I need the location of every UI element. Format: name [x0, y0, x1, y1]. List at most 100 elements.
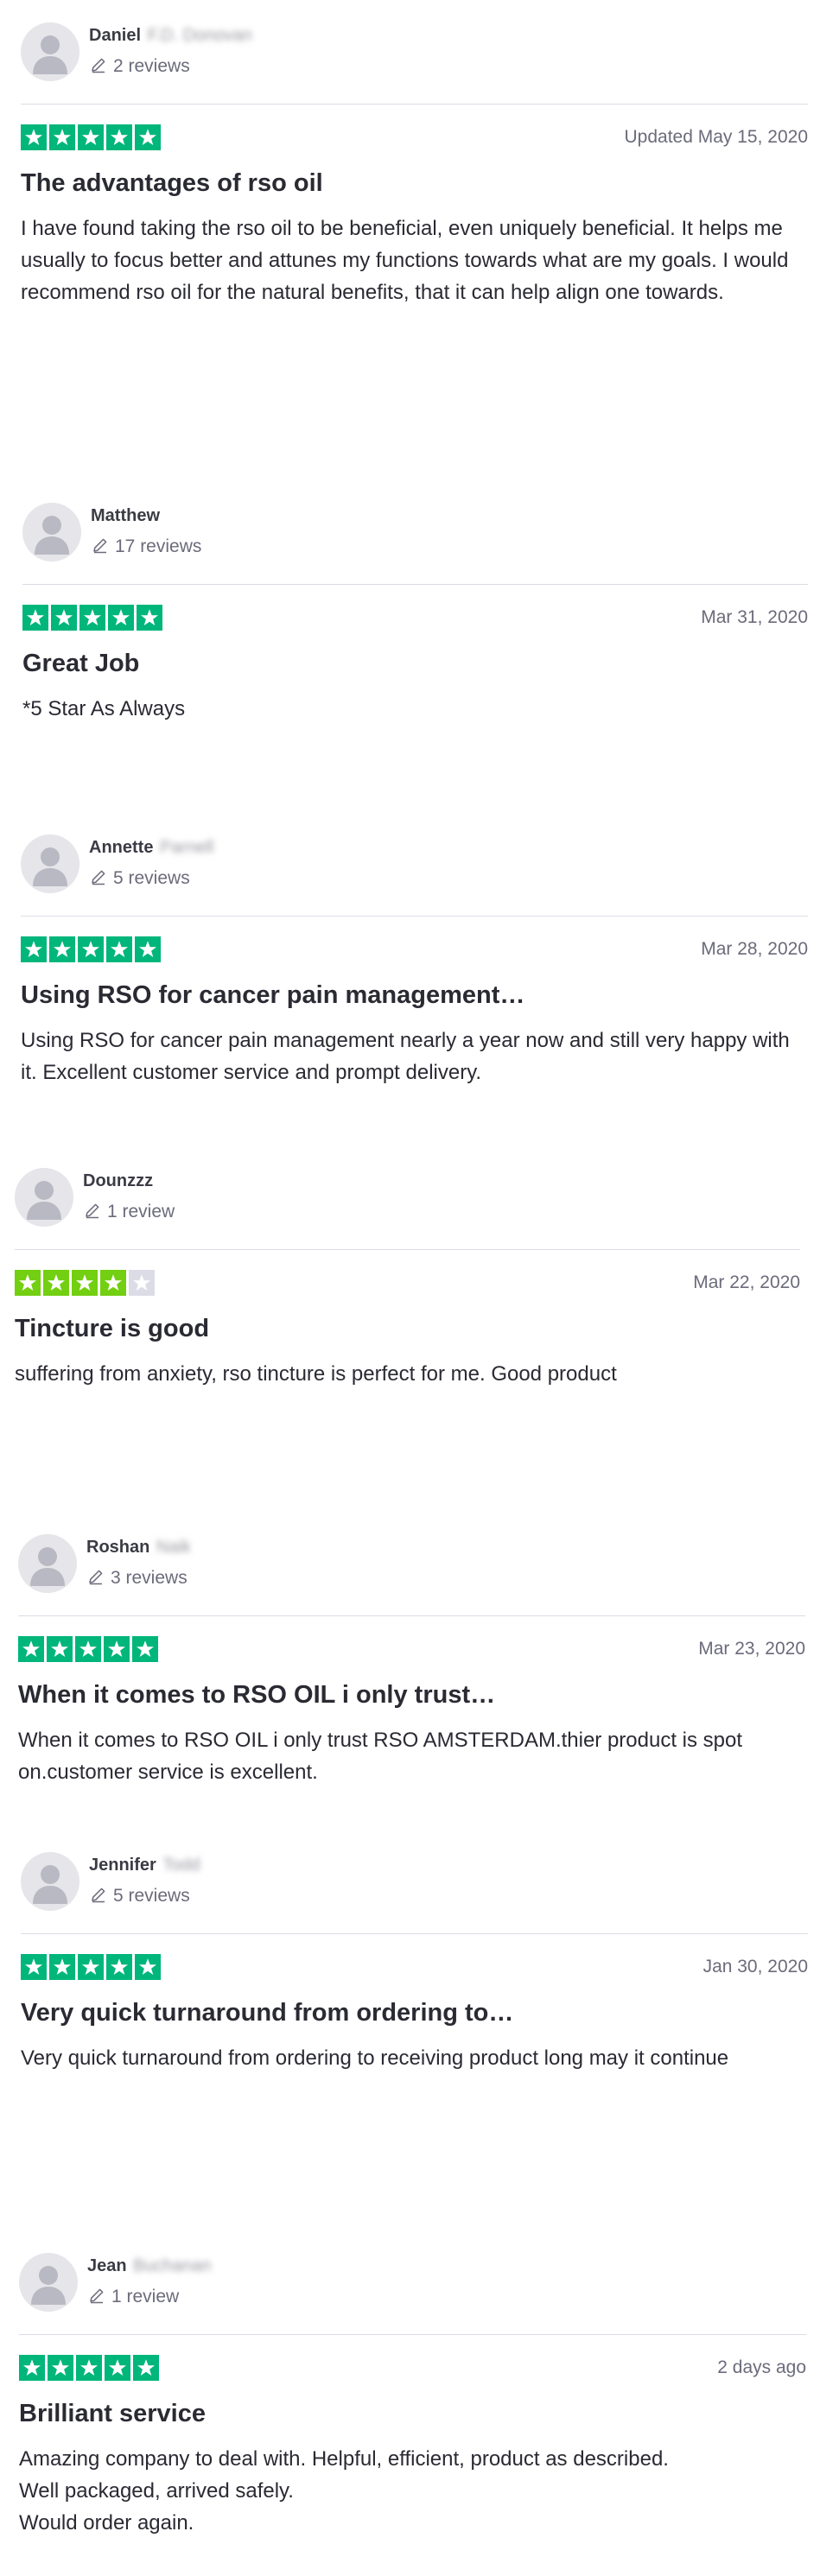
star-icon	[21, 1954, 47, 1980]
star-icon	[18, 1636, 44, 1662]
review-body-line: When it comes to RSO OIL i only trust RS…	[18, 1729, 743, 1784]
review-body-line: Would order again.	[19, 2511, 194, 2535]
review-title[interactable]: Brilliant service	[19, 2400, 206, 2428]
pencil-icon	[86, 1567, 105, 1586]
star-icon	[105, 2355, 130, 2381]
reviewer-surname-blurred: Parnell	[160, 838, 214, 857]
reviewer-first-name[interactable]: Jennifer	[89, 1856, 156, 1875]
avatar[interactable]	[18, 1534, 77, 1593]
divider	[21, 1933, 808, 1934]
avatar[interactable]	[21, 22, 79, 81]
star-icon	[106, 936, 132, 962]
star-rating	[21, 124, 161, 150]
divider	[19, 2334, 806, 2335]
reviewer-name[interactable]: Jean Buchanan	[87, 2256, 211, 2276]
star-icon	[49, 936, 75, 962]
star-icon	[76, 2355, 102, 2381]
divider	[21, 104, 808, 105]
review-count-text: 1 review	[107, 1202, 175, 1221]
review-date: Mar 31, 2020	[701, 607, 808, 627]
reviewer-header: Matthew 17 reviews	[22, 503, 808, 565]
divider	[15, 1249, 800, 1250]
review-count-text: 1 review	[111, 2287, 180, 2306]
star-icon	[21, 124, 47, 150]
reviewer-first-name[interactable]: Annette	[89, 838, 153, 857]
review-body: When it comes to RSO OIL i only trust RS…	[18, 1724, 805, 1788]
review-date: Updated May 15, 2020	[624, 127, 808, 147]
star-icon	[133, 2355, 159, 2381]
reviewer-name[interactable]: Roshan Naik	[86, 1538, 191, 1558]
reviewer-name[interactable]: Annette Parnell	[89, 838, 213, 858]
review-title[interactable]: Using RSO for cancer pain management…	[21, 981, 524, 1010]
star-icon	[15, 1270, 41, 1296]
star-icon	[78, 936, 104, 962]
review-body-line: Amazing company to deal with. Helpful, e…	[19, 2447, 669, 2471]
review-body: Amazing company to deal with. Helpful, e…	[19, 2443, 806, 2539]
reviewer-name[interactable]: Jennifer Todd	[89, 1856, 200, 1875]
avatar[interactable]	[21, 834, 79, 893]
reviewer-header: Daniel F.D. Donovan 2 reviews	[21, 22, 808, 85]
reviewer-first-name[interactable]: Dounzzz	[83, 1171, 153, 1190]
star-icon	[132, 1636, 158, 1662]
reviewer-surname-blurred: Todd	[162, 1856, 200, 1875]
star-icon	[100, 1270, 126, 1296]
reviewer-surname-blurred: Naik	[156, 1538, 191, 1557]
star-icon	[106, 124, 132, 150]
star-icon	[49, 124, 75, 150]
review-title[interactable]: When it comes to RSO OIL i only trust…	[18, 1681, 495, 1710]
reviewer-surname-blurred: F.D. Donovan	[147, 26, 252, 45]
review-count: 1 review	[87, 2286, 179, 2307]
pencil-icon	[89, 55, 108, 74]
reviewer-name[interactable]: Matthew	[91, 506, 160, 526]
reviewer-first-name[interactable]: Jean	[87, 2256, 127, 2275]
review-count: 5 reviews	[89, 867, 190, 889]
avatar[interactable]	[15, 1168, 73, 1227]
avatar[interactable]	[21, 1852, 79, 1911]
star-icon	[22, 605, 48, 631]
review-count: 5 reviews	[89, 1885, 190, 1907]
star-icon	[47, 1636, 73, 1662]
avatar[interactable]	[19, 2253, 78, 2312]
avatar[interactable]	[22, 503, 81, 562]
star-icon	[135, 936, 161, 962]
reviewer-name[interactable]: Dounzzz	[83, 1171, 153, 1191]
star-icon	[106, 1954, 132, 1980]
review-date: Mar 22, 2020	[693, 1272, 800, 1292]
star-icon	[19, 2355, 45, 2381]
star-icon	[129, 1270, 155, 1296]
reviewer-first-name[interactable]: Roshan	[86, 1538, 149, 1557]
review-title[interactable]: Great Job	[22, 650, 139, 678]
star-icon	[78, 124, 104, 150]
star-rating	[22, 605, 162, 631]
review-title[interactable]: Tincture is good	[15, 1315, 209, 1343]
review-body-line: suffering from anxiety, rso tincture is …	[15, 1362, 617, 1386]
star-icon	[137, 605, 162, 631]
reviewer-header: Annette Parnell 5 reviews	[21, 834, 808, 897]
review-body: suffering from anxiety, rso tincture is …	[15, 1358, 800, 1390]
star-icon	[49, 1954, 75, 1980]
reviewer-name[interactable]: Daniel F.D. Donovan	[89, 26, 252, 46]
review-count-text: 2 reviews	[113, 56, 190, 76]
star-rating	[21, 1954, 161, 1980]
star-rating	[21, 936, 161, 962]
reviewer-first-name[interactable]: Daniel	[89, 26, 141, 45]
star-rating	[18, 1636, 158, 1662]
review-body: Very quick turnaround from ordering to r…	[21, 2042, 808, 2074]
star-icon	[51, 605, 77, 631]
pencil-icon	[89, 1885, 108, 1904]
review-body-line: Using RSO for cancer pain management nea…	[21, 1029, 790, 1084]
star-icon	[48, 2355, 73, 2381]
review-count-text: 5 reviews	[113, 868, 190, 888]
star-icon	[104, 1636, 130, 1662]
review-count: 2 reviews	[89, 55, 190, 77]
review-body: *5 Star As Always	[22, 693, 796, 725]
reviewer-header: Jennifer Todd 5 reviews	[21, 1852, 808, 1914]
review-count-text: 5 reviews	[113, 1886, 190, 1906]
star-icon	[135, 1954, 161, 1980]
star-icon	[79, 605, 105, 631]
star-icon	[108, 605, 134, 631]
review-title[interactable]: The advantages of rso oil	[21, 169, 323, 198]
reviewer-first-name[interactable]: Matthew	[91, 506, 160, 525]
review-date: 2 days ago	[717, 2357, 806, 2377]
review-title[interactable]: Very quick turnaround from ordering to…	[21, 1999, 513, 2027]
